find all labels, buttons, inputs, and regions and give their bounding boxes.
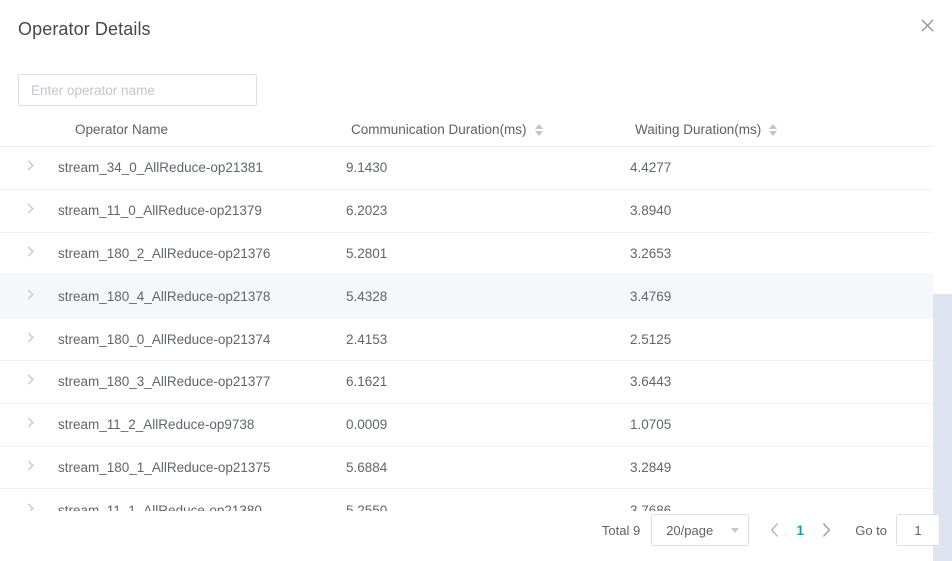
operator-details-dialog: Operator Details Opera: [0, 0, 952, 561]
cell-operator-name: stream_180_1_AllReduce-op21375: [58, 446, 346, 489]
row-expand-cell[interactable]: [0, 189, 58, 232]
table-row[interactable]: stream_180_0_AllReduce-op213742.41532.51…: [0, 318, 934, 361]
cell-communication-duration: 5.4328: [346, 275, 630, 318]
sort-arrows-icon[interactable]: [769, 124, 777, 136]
cell-waiting-duration: 4.4277: [630, 147, 934, 190]
prev-page-button[interactable]: [761, 516, 787, 544]
chevron-right-icon[interactable]: [22, 288, 36, 302]
table-body: stream_34_0_AllReduce-op213819.14304.427…: [0, 147, 934, 512]
cell-communication-duration: 2.4153: [346, 318, 630, 361]
goto-page-input[interactable]: [896, 514, 940, 546]
cell-communication-duration: 5.2801: [346, 232, 630, 275]
chevron-left-icon: [770, 523, 779, 537]
column-header-communication-duration[interactable]: Communication Duration(ms): [346, 113, 630, 147]
table-header-row: Operator Name Communication Duration(ms): [0, 113, 934, 147]
column-header-expand: [0, 113, 58, 147]
cell-operator-name: stream_11_1_AllReduce-op21380: [58, 489, 346, 511]
column-label-waiting-duration: Waiting Duration(ms): [635, 122, 761, 137]
chevron-down-icon: [731, 528, 739, 533]
row-expand-cell[interactable]: [0, 403, 58, 446]
chevron-right-icon[interactable]: [22, 202, 36, 216]
cell-communication-duration: 5.2550: [346, 489, 630, 511]
goto-label: Go to: [855, 523, 887, 538]
column-header-operator-name: Operator Name: [58, 113, 346, 147]
vertical-scrollbar-track[interactable]: [933, 147, 952, 511]
chevron-right-icon[interactable]: [22, 459, 36, 473]
row-expand-cell[interactable]: [0, 446, 58, 489]
column-label-communication-duration: Communication Duration(ms): [351, 122, 527, 137]
page-title: Operator Details: [18, 16, 151, 42]
cell-communication-duration: 5.6884: [346, 446, 630, 489]
chevron-right-icon[interactable]: [22, 416, 36, 430]
cell-operator-name: stream_180_0_AllReduce-op21374: [58, 318, 346, 361]
chevron-right-icon[interactable]: [22, 373, 36, 387]
cell-operator-name: stream_180_3_AllReduce-op21377: [58, 360, 346, 403]
row-expand-cell[interactable]: [0, 360, 58, 403]
sort-arrows-icon[interactable]: [535, 124, 543, 136]
dialog-header: Operator Details: [0, 0, 952, 58]
row-expand-cell[interactable]: [0, 147, 58, 190]
table-row[interactable]: stream_11_0_AllReduce-op213796.20233.894…: [0, 189, 934, 232]
cell-operator-name: stream_11_0_AllReduce-op21379: [58, 189, 346, 232]
table-row[interactable]: stream_11_2_AllReduce-op97380.00091.0705: [0, 403, 934, 446]
cell-communication-duration: 0.0009: [346, 403, 630, 446]
operator-table-container: Operator Name Communication Duration(ms): [0, 113, 952, 511]
search-input[interactable]: [18, 74, 257, 106]
row-expand-cell[interactable]: [0, 275, 58, 318]
cell-operator-name: stream_180_4_AllReduce-op21378: [58, 275, 346, 318]
chevron-right-icon[interactable]: [22, 502, 36, 511]
column-label-operator-name: Operator Name: [75, 122, 168, 137]
table-row[interactable]: stream_34_0_AllReduce-op213819.14304.427…: [0, 147, 934, 190]
chevron-right-icon: [822, 523, 831, 537]
cell-communication-duration: 6.2023: [346, 189, 630, 232]
operator-table: Operator Name Communication Duration(ms): [0, 113, 934, 511]
cell-operator-name: stream_34_0_AllReduce-op21381: [58, 147, 346, 190]
row-expand-cell[interactable]: [0, 489, 58, 511]
cell-waiting-duration: 3.2653: [630, 232, 934, 275]
chevron-right-icon[interactable]: [22, 245, 36, 259]
row-expand-cell[interactable]: [0, 232, 58, 275]
close-button[interactable]: [916, 14, 938, 36]
cell-waiting-duration: 3.2849: [630, 446, 934, 489]
page-size-select[interactable]: 20/page: [651, 514, 749, 546]
cell-waiting-duration: 3.4769: [630, 275, 934, 318]
cell-waiting-duration: 2.5125: [630, 318, 934, 361]
table-row[interactable]: stream_11_1_AllReduce-op213805.25503.768…: [0, 489, 934, 511]
cell-communication-duration: 6.1621: [346, 360, 630, 403]
close-icon: [921, 19, 934, 32]
table-header: Operator Name Communication Duration(ms): [0, 113, 934, 147]
page-number-1[interactable]: 1: [787, 516, 813, 544]
table-row[interactable]: stream_180_1_AllReduce-op213755.68843.28…: [0, 446, 934, 489]
page-size-value: 20/page: [666, 523, 713, 538]
search-area: [18, 74, 257, 106]
cell-operator-name: stream_11_2_AllReduce-op9738: [58, 403, 346, 446]
cell-operator-name: stream_180_2_AllReduce-op21376: [58, 232, 346, 275]
chevron-right-icon[interactable]: [22, 331, 36, 345]
cell-waiting-duration: 3.7686: [630, 489, 934, 511]
cell-waiting-duration: 1.0705: [630, 403, 934, 446]
table-row[interactable]: stream_180_4_AllReduce-op213785.43283.47…: [0, 275, 934, 318]
cell-waiting-duration: 3.8940: [630, 189, 934, 232]
table-row[interactable]: stream_180_2_AllReduce-op213765.28013.26…: [0, 232, 934, 275]
table-row[interactable]: stream_180_3_AllReduce-op213776.16213.64…: [0, 360, 934, 403]
row-expand-cell[interactable]: [0, 318, 58, 361]
pagination: Total 9 20/page 1 Go to: [602, 513, 940, 547]
total-count-label: Total 9: [602, 523, 640, 538]
next-page-button[interactable]: [813, 516, 839, 544]
chevron-right-icon[interactable]: [22, 159, 36, 173]
column-header-waiting-duration[interactable]: Waiting Duration(ms): [630, 113, 934, 147]
cell-communication-duration: 9.1430: [346, 147, 630, 190]
cell-waiting-duration: 3.6443: [630, 360, 934, 403]
